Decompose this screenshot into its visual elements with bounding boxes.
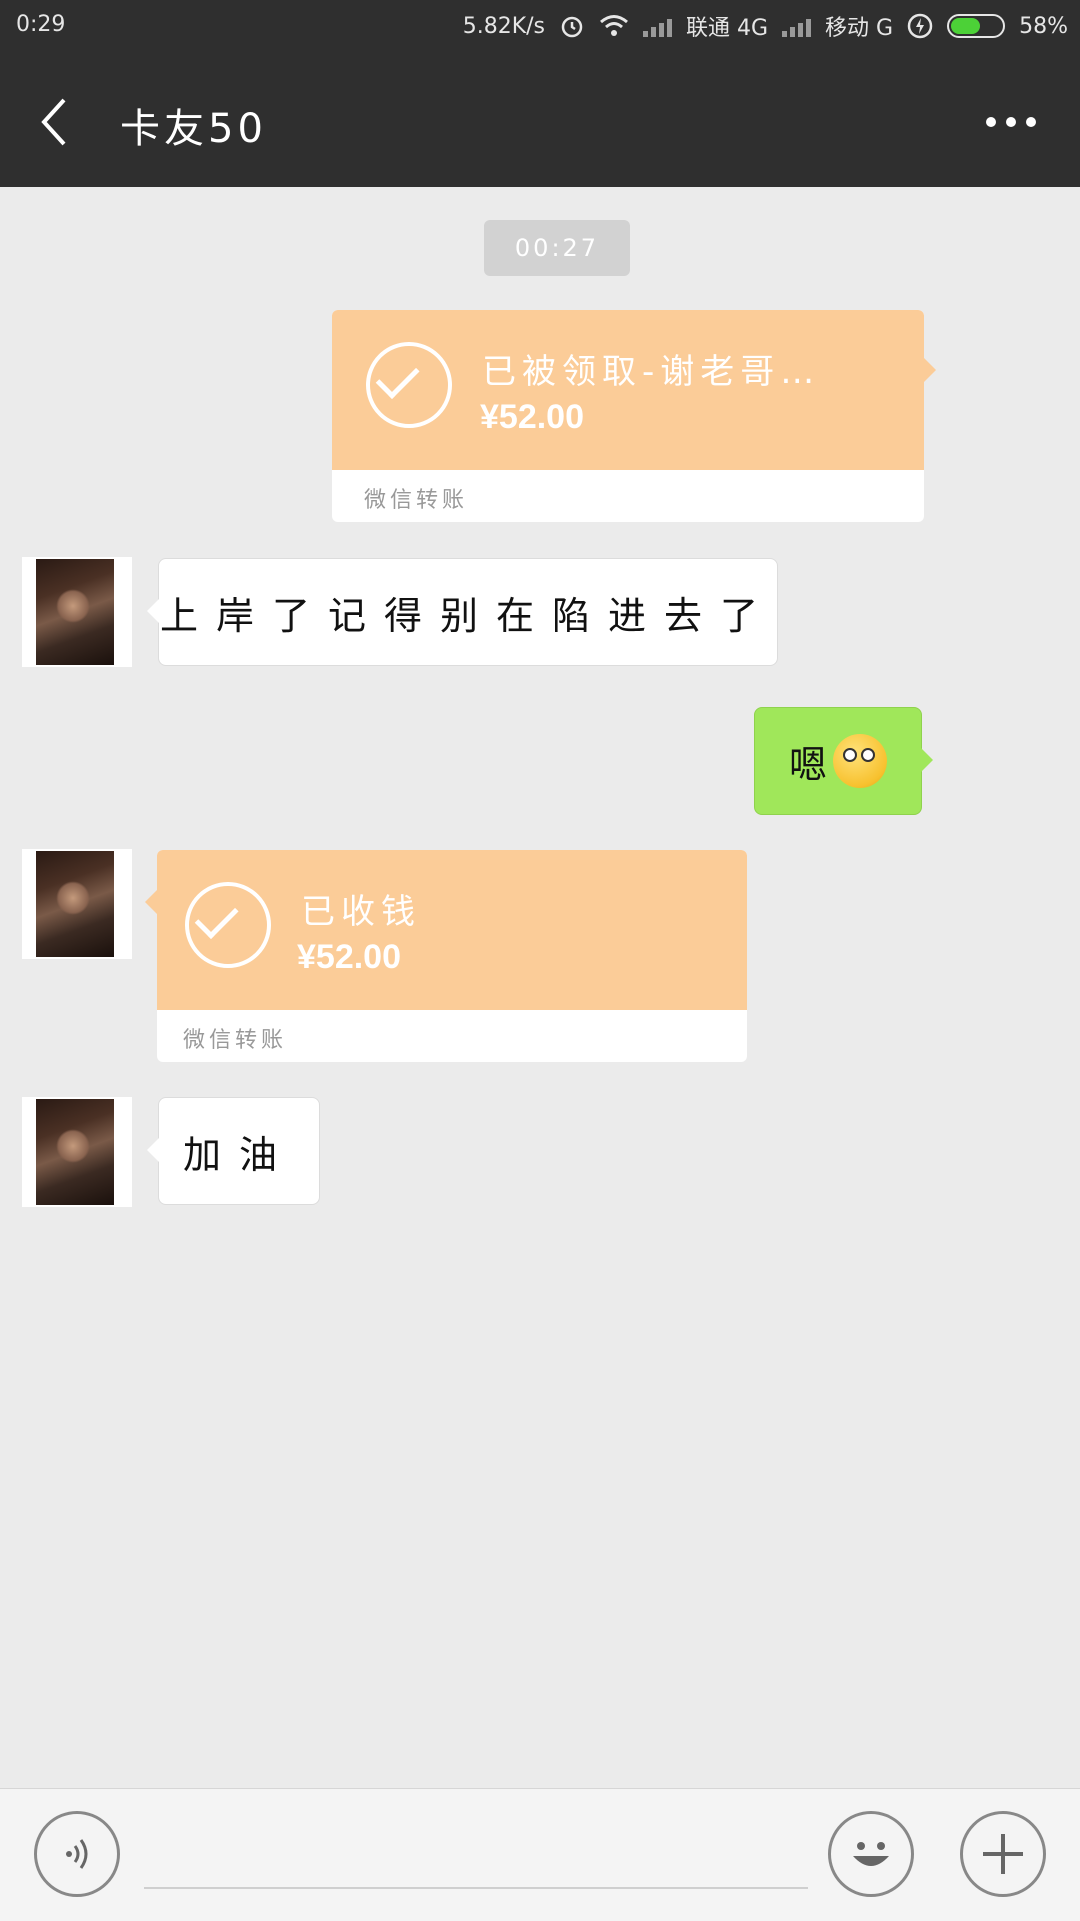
transfer-footer: 微信转账 bbox=[364, 488, 469, 513]
avatar-image bbox=[36, 1099, 114, 1205]
text-bubble-received[interactable]: 上岸了记得别在陷进去了 bbox=[147, 558, 778, 666]
avatar-image bbox=[36, 559, 114, 665]
message-text: 上岸了记得别在陷进去了 bbox=[159, 593, 776, 638]
message-text: 嗯 bbox=[788, 742, 827, 787]
transfer-amount: ¥52.00 bbox=[480, 398, 584, 436]
avatar[interactable] bbox=[22, 1097, 132, 1207]
transfer-card-received[interactable]: 已收钱 ¥52.00 微信转账 bbox=[145, 850, 747, 1062]
voice-icon[interactable] bbox=[34, 1811, 120, 1897]
bubble-tail bbox=[145, 890, 157, 914]
text-bubble-sent[interactable]: 嗯 bbox=[754, 707, 933, 815]
avatar[interactable] bbox=[22, 557, 132, 667]
input-bar bbox=[0, 1788, 1080, 1921]
bubble-tail bbox=[147, 1138, 159, 1162]
battery-percent: 58% bbox=[1019, 13, 1068, 39]
more-dots-icon[interactable] bbox=[986, 104, 1046, 140]
bubble-tail bbox=[924, 358, 936, 382]
check-circle-icon bbox=[185, 882, 271, 968]
wifi-icon bbox=[599, 14, 629, 38]
avatar[interactable] bbox=[22, 849, 132, 959]
status-bar: 0:29 5.82K/s 联通 4G 移动 G 58% bbox=[0, 0, 1080, 54]
signal-icon-1 bbox=[643, 15, 672, 37]
message-input[interactable] bbox=[144, 1825, 808, 1889]
chat-header: 卡友50 bbox=[0, 54, 1080, 187]
transfer-status: 已被领取-谢老哥… bbox=[482, 352, 821, 392]
battery-level bbox=[951, 18, 981, 34]
status-time: 0:29 bbox=[16, 12, 66, 37]
emoji-icon[interactable] bbox=[828, 1811, 914, 1897]
bubble-tail bbox=[147, 599, 159, 623]
alarm-icon bbox=[559, 13, 585, 39]
emoji-icon bbox=[833, 734, 887, 788]
check-circle-icon bbox=[366, 342, 452, 428]
charging-icon bbox=[907, 13, 933, 39]
message-timestamp: 00:27 bbox=[484, 220, 630, 276]
back-icon[interactable] bbox=[34, 94, 74, 150]
transfer-card-sent[interactable]: 已被领取-谢老哥… ¥52.00 微信转账 bbox=[332, 310, 936, 522]
avatar-image bbox=[36, 851, 114, 957]
network-speed: 5.82K/s bbox=[462, 13, 545, 39]
plus-icon[interactable] bbox=[960, 1811, 1046, 1897]
signal-icon-2 bbox=[782, 15, 812, 37]
carrier-2: 移动 G bbox=[825, 16, 894, 41]
carrier-1: 联通 4G bbox=[686, 16, 769, 41]
battery-icon bbox=[947, 14, 1006, 38]
message-text: 加油 bbox=[182, 1132, 295, 1177]
chat-title: 卡友50 bbox=[120, 106, 267, 152]
text-bubble-received[interactable]: 加油 bbox=[147, 1097, 320, 1205]
transfer-amount: ¥52.00 bbox=[297, 938, 401, 976]
transfer-footer: 微信转账 bbox=[183, 1028, 288, 1053]
transfer-status: 已收钱 bbox=[301, 892, 421, 932]
status-indicators: 5.82K/s 联通 4G 移动 G 58% bbox=[463, 10, 1068, 42]
bubble-tail bbox=[921, 748, 933, 772]
